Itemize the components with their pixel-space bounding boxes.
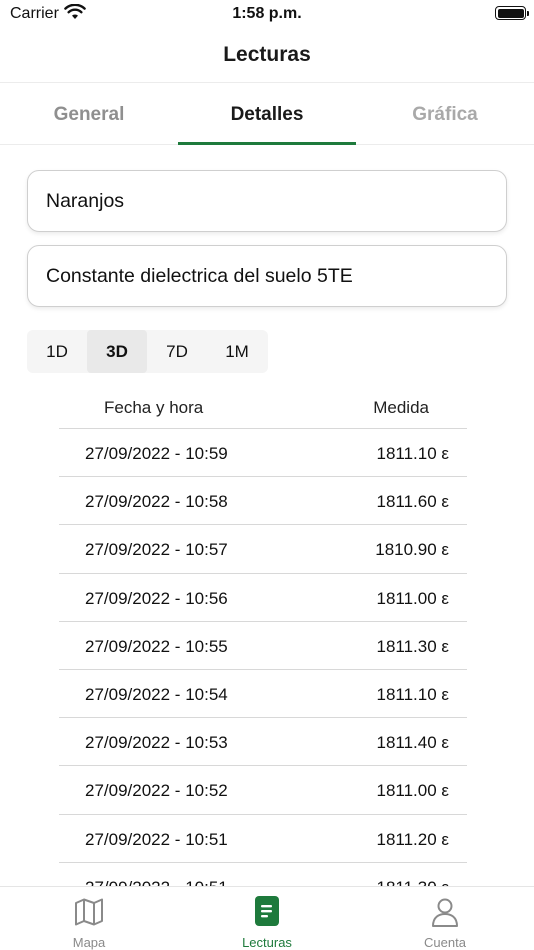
account-icon: [429, 896, 461, 933]
tab-bar-label: Cuenta: [424, 935, 466, 950]
table-header: Fecha y hora Medida: [59, 383, 467, 429]
cell-date: 27/09/2022 - 10:57: [85, 540, 228, 560]
period-7d-button[interactable]: 7D: [147, 330, 207, 373]
status-time: 1:58 p.m.: [232, 5, 302, 22]
tab-detalles[interactable]: Detalles: [178, 84, 356, 145]
cell-measure: 1811.20 ε: [376, 829, 450, 849]
page-title: Lecturas: [223, 43, 311, 66]
battery-icon: [495, 6, 529, 20]
cell-measure: 1811.10 ε: [376, 444, 450, 463]
tab-bar-item-cuenta[interactable]: Cuenta: [356, 887, 534, 950]
table-row: 27/09/2022 - 10:57 1810.90 ε: [59, 525, 467, 574]
period-selector: 1D 3D 7D 1M: [27, 330, 268, 373]
tab-bar-item-lecturas[interactable]: Lecturas: [178, 887, 356, 950]
cell-measure: 1810.90 ε: [375, 540, 449, 560]
cell-measure: 1811.00 ε: [376, 588, 450, 608]
navigation-bar: Lecturas: [0, 30, 534, 83]
tab-grafica[interactable]: Gráfica: [356, 84, 534, 144]
cell-date: 27/09/2022 - 10:59: [85, 444, 228, 463]
bottom-tab-bar: Mapa Lecturas Cuenta: [0, 886, 534, 950]
readings-table: Fecha y hora Medida 27/09/2022 - 10:59 1…: [59, 383, 467, 911]
top-tabs: General Detalles Gráfica: [0, 84, 534, 145]
table-row: 27/09/2022 - 10:55 1811.30 ε: [59, 622, 467, 670]
tab-bar-label: Mapa: [72, 935, 106, 950]
period-1d-button[interactable]: 1D: [27, 330, 87, 373]
cell-date: 27/09/2022 - 10:53: [85, 733, 228, 753]
cell-measure: 1811.60 ε: [376, 492, 450, 512]
cell-measure: 1811.40 ε: [376, 733, 450, 753]
cell-date: 27/09/2022 - 10:56: [85, 588, 228, 608]
location-selector[interactable]: Naranjos: [27, 170, 507, 232]
tab-bar-label: Lecturas: [242, 935, 292, 950]
column-header-date: Fecha y hora: [104, 398, 204, 417]
tab-general[interactable]: General: [0, 84, 178, 144]
cell-measure: 1811.00 ε: [376, 781, 450, 801]
table-row: 27/09/2022 - 10:54 1811.10 ε: [59, 670, 467, 719]
status-bar: Carrier 1:58 p.m.: [0, 0, 534, 30]
cell-measure: 1811.10 ε: [376, 684, 450, 704]
readings-icon: [255, 896, 279, 931]
app-screen: Carrier 1:58 p.m. Lecturas General Detal…: [0, 0, 534, 950]
table-row: 27/09/2022 - 10:58 1811.60 ε: [59, 477, 467, 526]
period-1m-button[interactable]: 1M: [207, 330, 267, 373]
column-header-measure: Medida: [373, 398, 429, 417]
table-row: 27/09/2022 - 10:59 1811.10 ε: [59, 429, 467, 478]
tab-bar-item-mapa[interactable]: Mapa: [0, 887, 178, 950]
cell-date: 27/09/2022 - 10:54: [85, 684, 228, 704]
cell-date: 27/09/2022 - 10:52: [85, 781, 228, 801]
table-row: 27/09/2022 - 10:53 1811.40 ε: [59, 718, 467, 767]
table-row: 27/09/2022 - 10:51 1811.20 ε: [59, 815, 467, 863]
table-row: 27/09/2022 - 10:52 1811.00 ε: [59, 766, 467, 815]
table-row: 27/09/2022 - 10:56 1811.00 ε: [59, 574, 467, 622]
map-icon: [73, 896, 105, 933]
cell-measure: 1811.30 ε: [376, 636, 450, 656]
cell-date: 27/09/2022 - 10:55: [85, 636, 228, 656]
cell-date: 27/09/2022 - 10:51: [85, 829, 228, 849]
cell-date: 27/09/2022 - 10:58: [85, 492, 228, 512]
variable-selector[interactable]: Constante dielectrica del suelo 5TE: [27, 245, 507, 307]
period-3d-button[interactable]: 3D: [87, 330, 147, 373]
